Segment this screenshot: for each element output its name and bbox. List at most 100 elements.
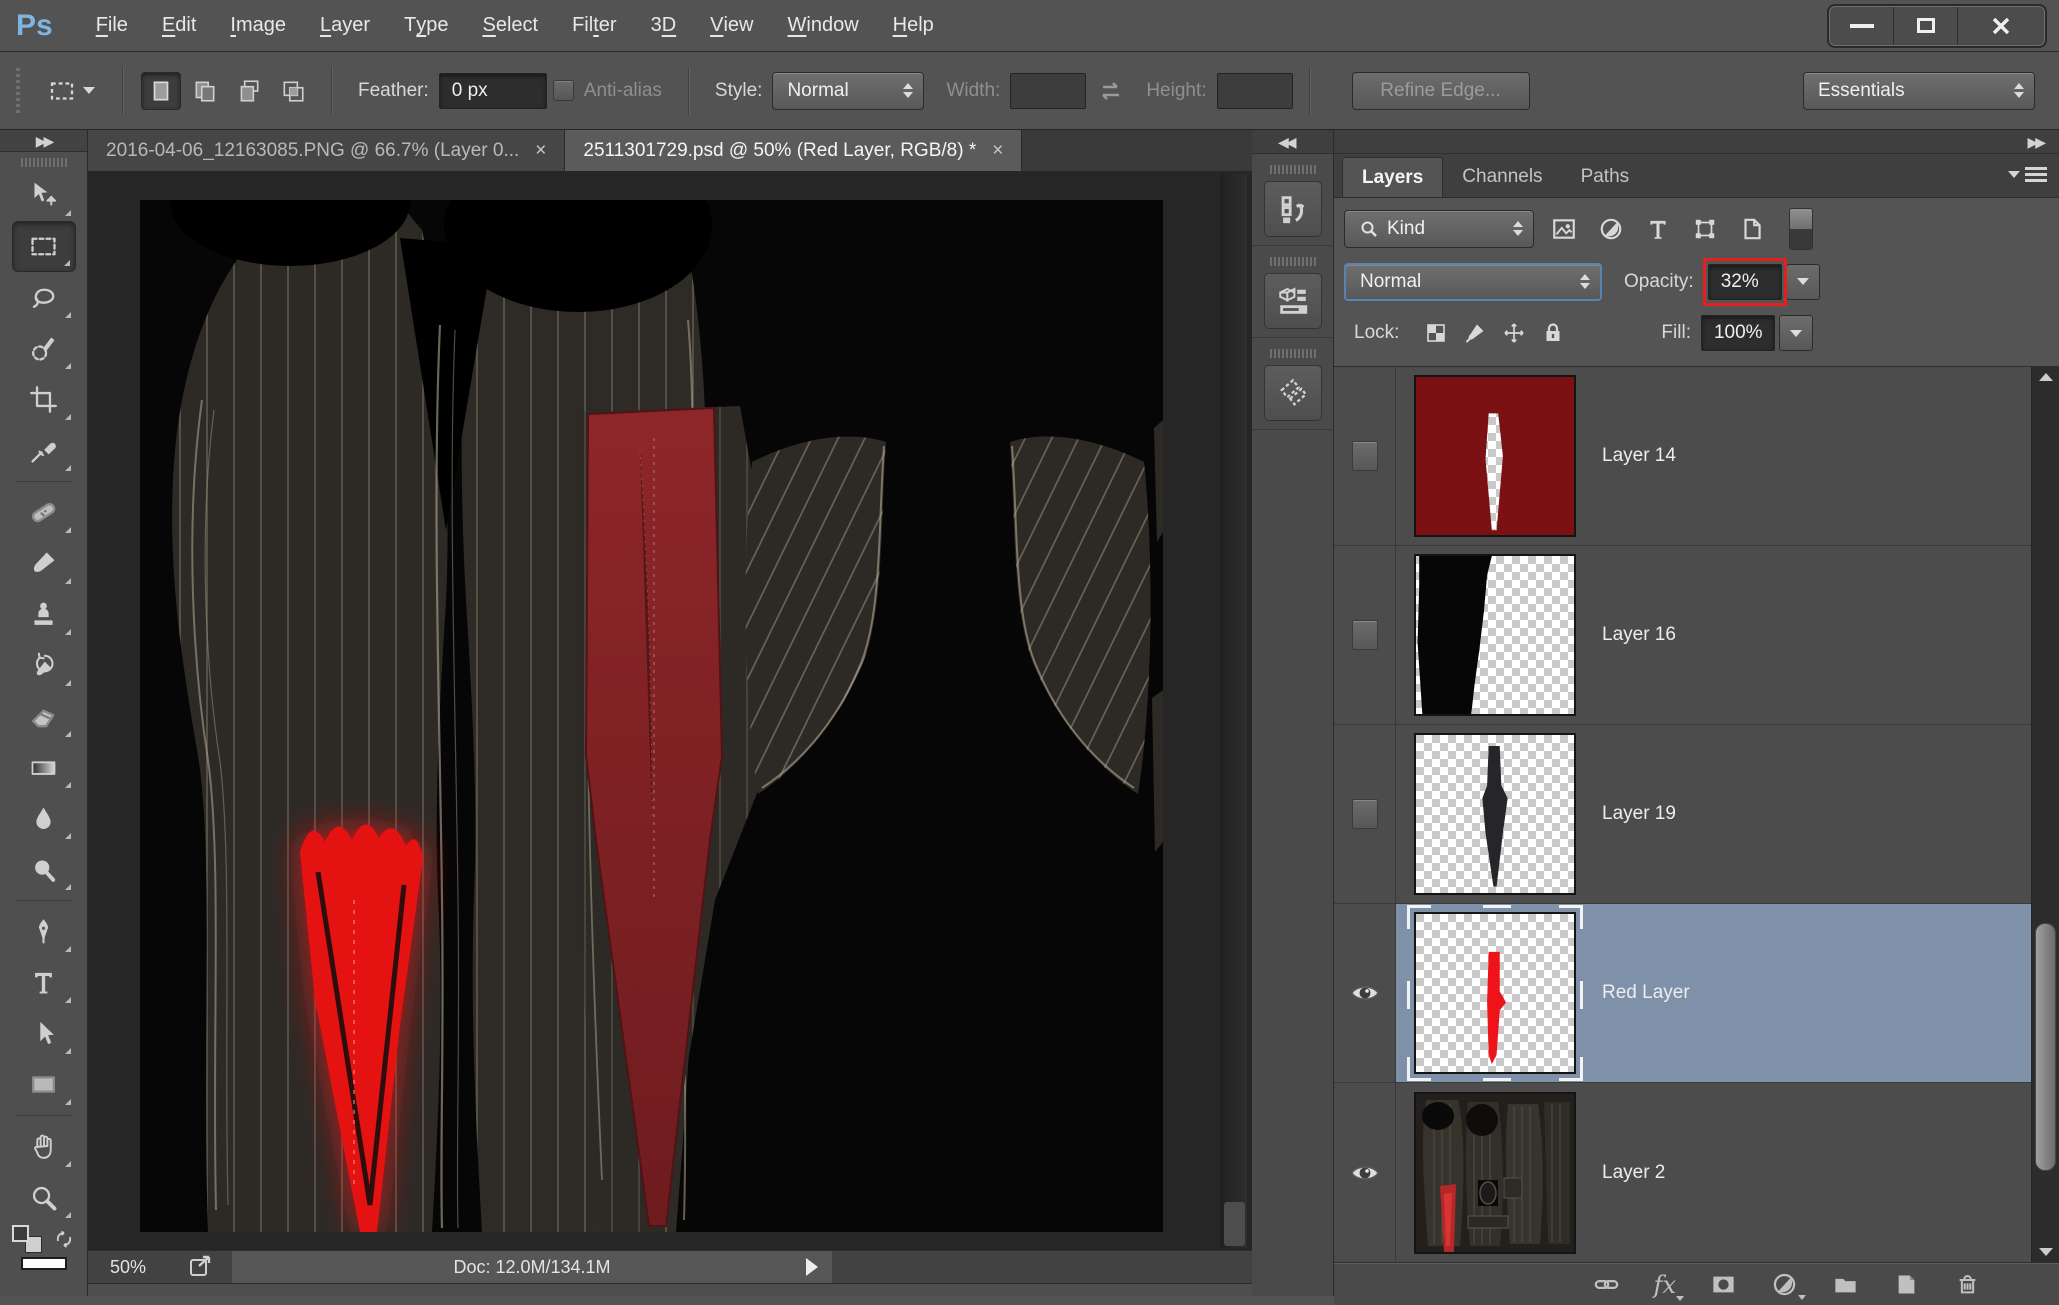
menu-help[interactable]: Help bbox=[876, 0, 951, 51]
quick-selection-tool[interactable] bbox=[12, 323, 76, 374]
visibility-hidden-box[interactable] bbox=[1352, 441, 1378, 471]
eye-visible-icon[interactable] bbox=[1349, 1160, 1381, 1186]
blend-mode-dropdown[interactable]: Normal bbox=[1344, 263, 1602, 301]
menu-edit[interactable]: Edit bbox=[145, 0, 213, 51]
scroll-up-arrow-icon[interactable] bbox=[2039, 373, 2053, 381]
lock-paint-button[interactable] bbox=[1463, 321, 1487, 345]
panel-grip[interactable] bbox=[1270, 257, 1316, 266]
pixel-layer-filter-button[interactable] bbox=[1547, 213, 1581, 245]
menu-image[interactable]: Image bbox=[213, 0, 303, 51]
layer-row[interactable]: Layer 16 bbox=[1334, 546, 2031, 725]
panel-menu-button[interactable] bbox=[2008, 167, 2047, 182]
history-panel-button[interactable] bbox=[1264, 181, 1322, 237]
eye-visible-icon[interactable] bbox=[1349, 980, 1381, 1006]
tab-layers[interactable]: Layers bbox=[1342, 157, 1443, 197]
dock-collapse-header[interactable]: ◀◀ bbox=[1252, 130, 1333, 154]
adjustment-layer-filter-button[interactable] bbox=[1594, 213, 1628, 245]
clone-stamp-tool[interactable] bbox=[12, 589, 76, 640]
menu-filter[interactable]: Filter bbox=[555, 0, 633, 51]
default-colors-icon[interactable] bbox=[12, 1225, 42, 1253]
visibility-hidden-box[interactable] bbox=[1352, 799, 1378, 829]
visibility-cell[interactable] bbox=[1334, 546, 1396, 724]
layer-row[interactable]: Layer 19 bbox=[1334, 725, 2031, 904]
properties-3d-panel-button[interactable] bbox=[1264, 273, 1322, 329]
panel-grip[interactable] bbox=[1270, 349, 1316, 358]
move-tool[interactable] bbox=[12, 170, 76, 221]
zoom-tool[interactable] bbox=[12, 1172, 76, 1223]
status-options-arrow-icon[interactable] bbox=[806, 1258, 818, 1276]
gradient-tool[interactable] bbox=[12, 742, 76, 793]
layer-thumbnail[interactable] bbox=[1414, 733, 1576, 895]
visibility-hidden-box[interactable] bbox=[1352, 620, 1378, 650]
document-tab-inactive[interactable]: 2016-04-06_12163085.PNG @ 66.7% (Layer 0… bbox=[88, 130, 565, 171]
layer-thumbnail[interactable] bbox=[1414, 1092, 1576, 1254]
tools-panel-grip[interactable] bbox=[21, 158, 67, 167]
lasso-tool[interactable] bbox=[12, 272, 76, 323]
restore-button[interactable] bbox=[1894, 7, 1958, 45]
healing-brush-tool[interactable] bbox=[12, 487, 76, 538]
panel-grip[interactable] bbox=[1270, 165, 1316, 174]
shape-tool[interactable] bbox=[12, 1059, 76, 1110]
delete-layer-button[interactable] bbox=[1954, 1271, 1981, 1298]
type-tool[interactable] bbox=[12, 957, 76, 1008]
document-tab-active[interactable]: 2511301729.psd @ 50% (Red Layer, RGB/8) … bbox=[565, 130, 1022, 171]
type-layer-filter-button[interactable] bbox=[1641, 213, 1675, 245]
layer-thumbnail[interactable] bbox=[1414, 912, 1576, 1074]
layer-thumbnail[interactable] bbox=[1414, 375, 1576, 537]
menu-view[interactable]: View bbox=[693, 0, 770, 51]
menu-window[interactable]: Window bbox=[771, 0, 876, 51]
visibility-cell[interactable] bbox=[1334, 725, 1396, 903]
scrollbar-thumb[interactable] bbox=[1224, 1202, 1245, 1246]
shape-layer-filter-button[interactable] bbox=[1688, 213, 1722, 245]
workspace-dropdown[interactable]: Essentials bbox=[1803, 72, 2035, 110]
eraser-tool[interactable] bbox=[12, 691, 76, 742]
menu-select[interactable]: Select bbox=[466, 0, 556, 51]
swap-colors-icon[interactable] bbox=[52, 1227, 76, 1251]
swap-dimensions-icon[interactable] bbox=[1096, 78, 1126, 104]
filter-kind-dropdown[interactable]: Kind bbox=[1344, 210, 1534, 248]
add-adjustment-layer-button[interactable] bbox=[1771, 1271, 1798, 1298]
visibility-cell[interactable] bbox=[1334, 904, 1396, 1082]
width-input[interactable] bbox=[1010, 73, 1086, 109]
foreground-color-swatch[interactable] bbox=[21, 1257, 67, 1270]
layers-scrollbar[interactable] bbox=[2031, 367, 2059, 1262]
visibility-cell[interactable] bbox=[1334, 367, 1396, 545]
smart-object-filter-button[interactable] bbox=[1735, 213, 1769, 245]
layer-name[interactable]: Layer 19 bbox=[1602, 803, 1676, 825]
fill-slider-button[interactable] bbox=[1779, 315, 1813, 351]
close-button[interactable] bbox=[1958, 7, 2044, 45]
layer-style-button[interactable]: fx bbox=[1654, 1271, 1676, 1299]
new-layer-button[interactable] bbox=[1893, 1271, 1920, 1298]
style-dropdown[interactable]: Normal bbox=[772, 72, 924, 110]
layer-name[interactable]: Red Layer bbox=[1602, 982, 1690, 1004]
height-input[interactable] bbox=[1217, 73, 1293, 109]
layer-row[interactable]: Layer 2 bbox=[1334, 1083, 2031, 1262]
document-canvas[interactable] bbox=[140, 200, 1163, 1232]
crop-tool[interactable] bbox=[12, 374, 76, 425]
menu-layer[interactable]: Layer bbox=[303, 0, 387, 51]
visibility-cell[interactable] bbox=[1334, 1083, 1396, 1262]
brush-tool[interactable] bbox=[12, 538, 76, 589]
lock-all-button[interactable] bbox=[1541, 321, 1565, 345]
blur-tool[interactable] bbox=[12, 793, 76, 844]
link-layers-button[interactable] bbox=[1593, 1271, 1620, 1298]
feather-input[interactable]: 0 px bbox=[439, 73, 547, 109]
path-selection-tool[interactable] bbox=[12, 1008, 76, 1059]
refine-edge-button[interactable]: Refine Edge... bbox=[1352, 72, 1530, 110]
scroll-down-arrow-icon[interactable] bbox=[2039, 1248, 2053, 1256]
pen-tool[interactable] bbox=[12, 906, 76, 957]
lock-position-button[interactable] bbox=[1502, 321, 1526, 345]
add-selection-mode-button[interactable] bbox=[185, 72, 225, 110]
clone-source-panel-button[interactable] bbox=[1264, 365, 1322, 421]
scrollbar-thumb[interactable] bbox=[2035, 923, 2056, 1171]
intersect-selection-mode-button[interactable] bbox=[273, 72, 313, 110]
filter-toggle-switch[interactable] bbox=[1789, 208, 1813, 250]
menu-file[interactable]: File bbox=[79, 0, 145, 51]
anti-alias-checkbox[interactable] bbox=[553, 80, 574, 101]
document-size-status[interactable]: Doc: 12.0M/134.1M bbox=[232, 1251, 832, 1284]
dock-expand-header[interactable]: ▶▶ bbox=[1334, 130, 2059, 154]
new-group-button[interactable] bbox=[1832, 1271, 1859, 1298]
history-brush-tool[interactable] bbox=[12, 640, 76, 691]
opacity-slider-button[interactable] bbox=[1786, 264, 1820, 300]
tools-panel-header[interactable]: ▶▶ bbox=[0, 130, 87, 152]
